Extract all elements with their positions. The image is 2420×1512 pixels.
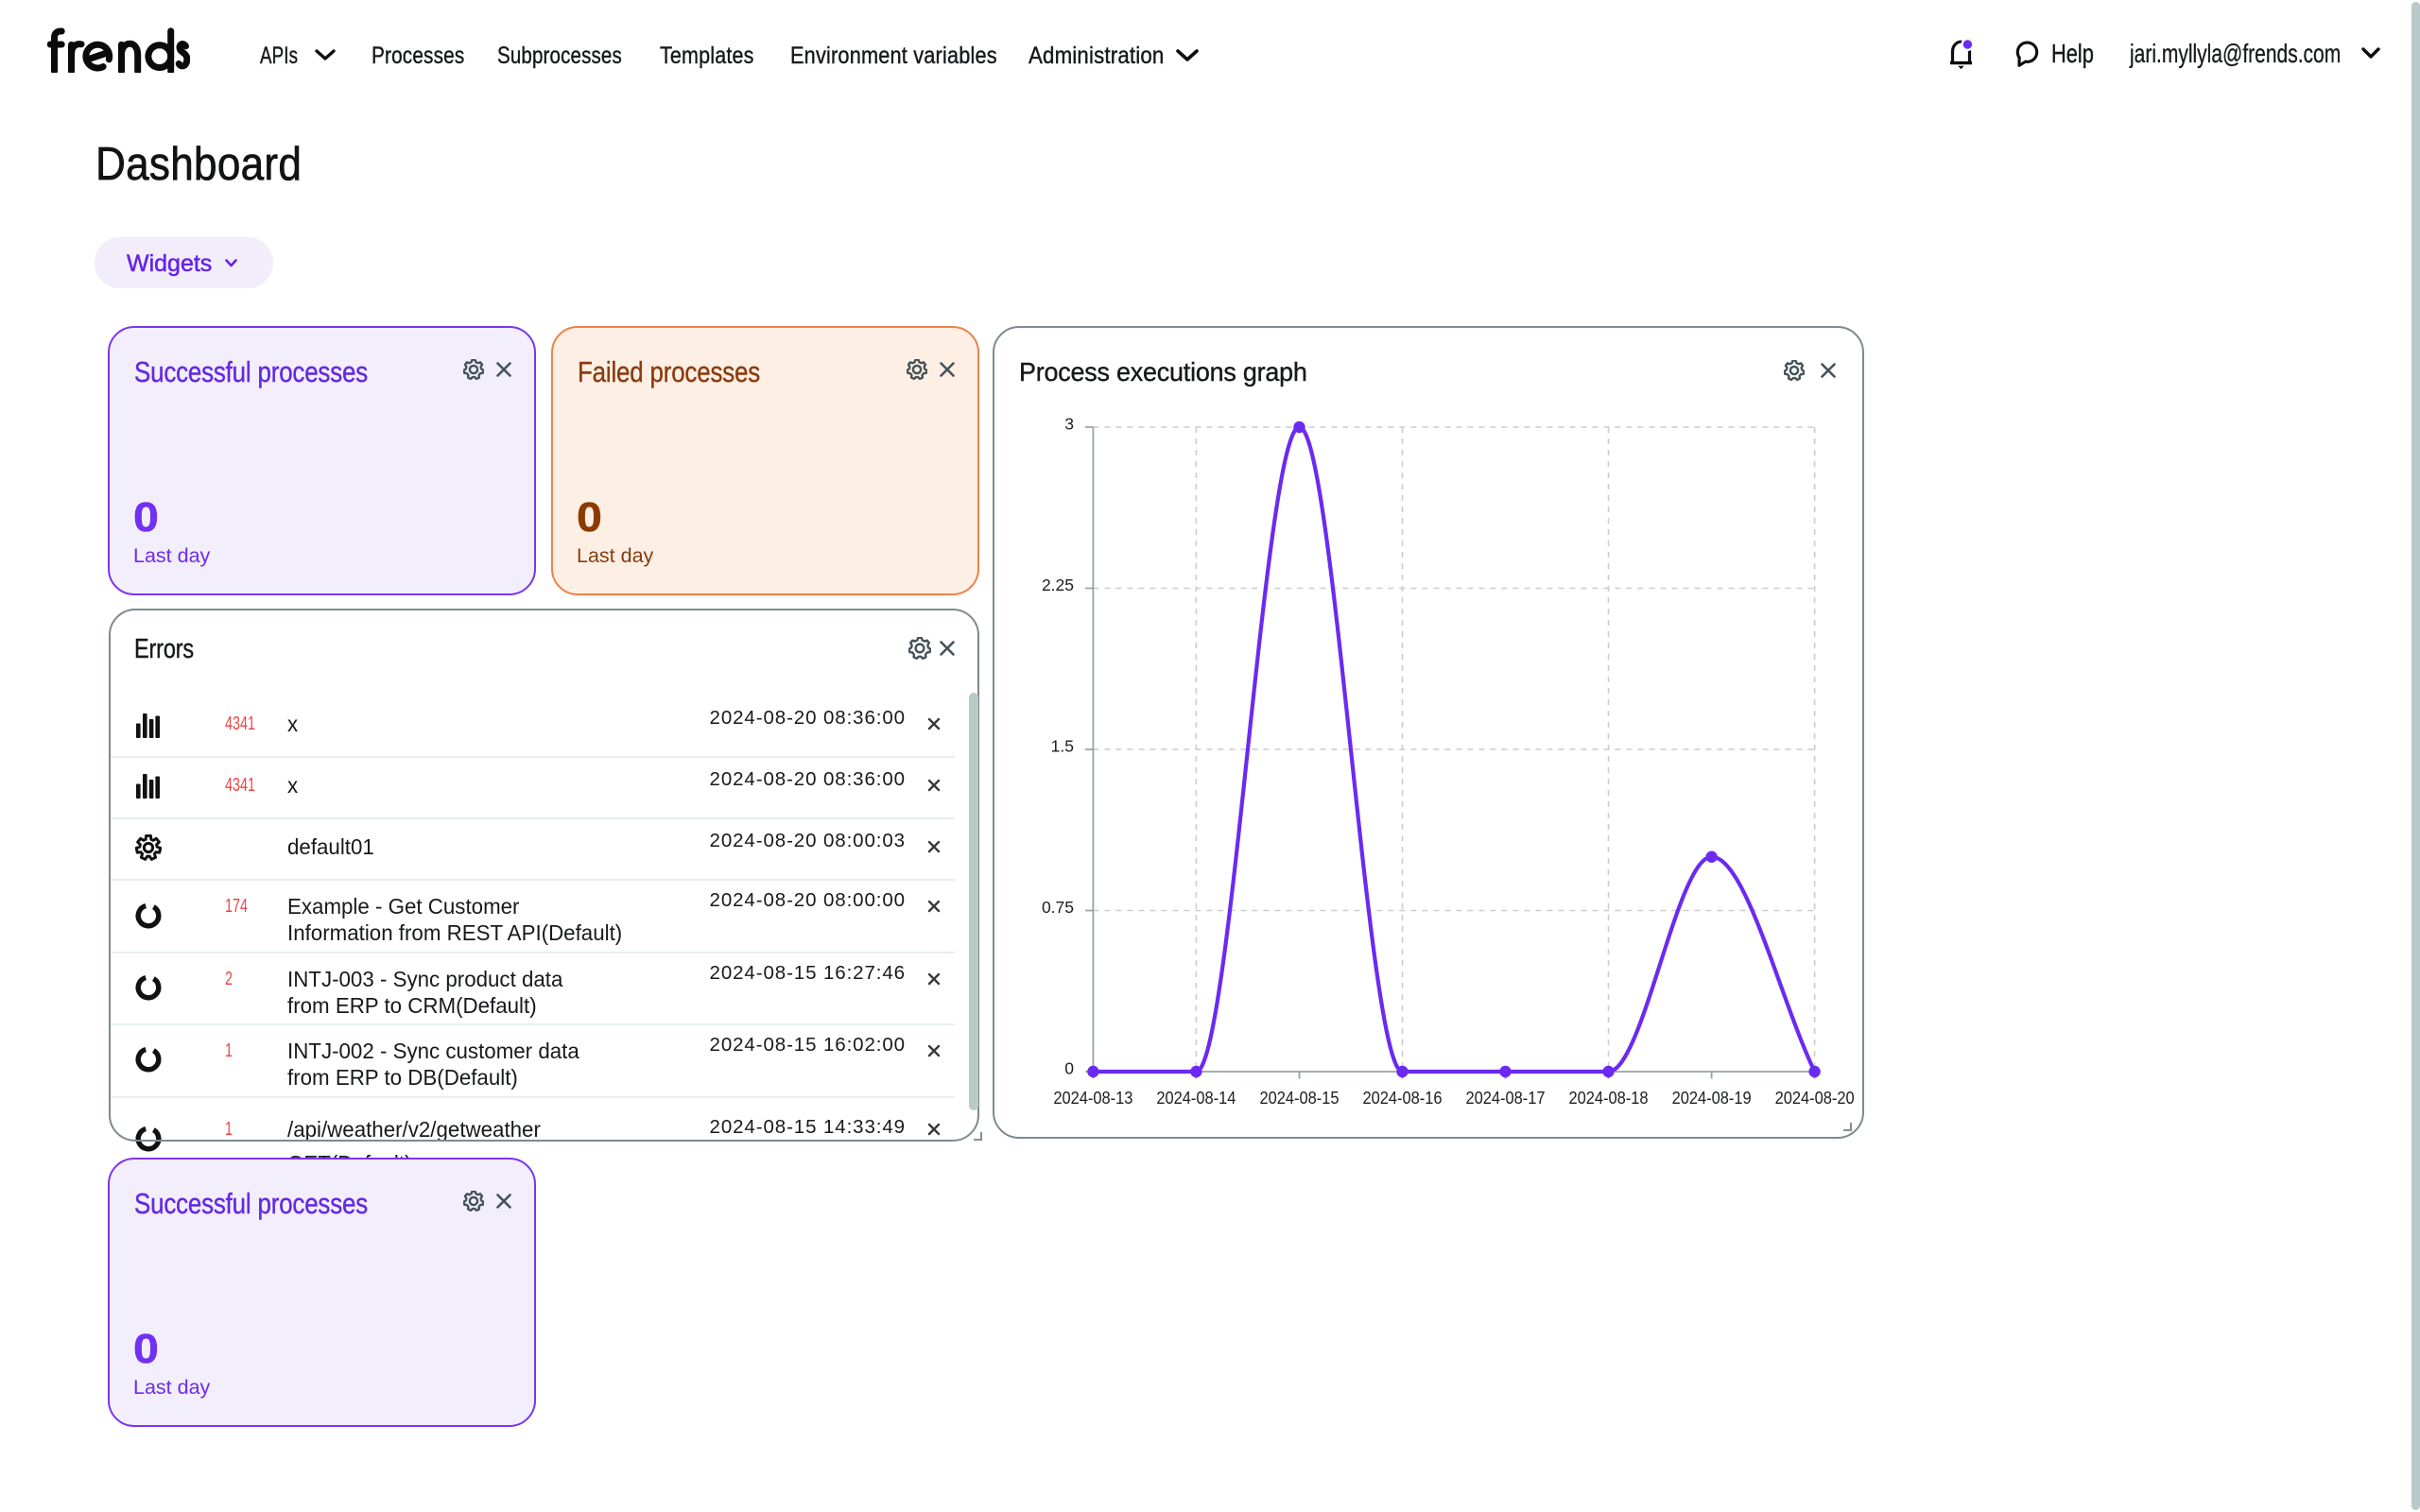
svg-text:2024-08-16: 2024-08-16 [1363,1088,1443,1108]
svg-text:2024-08-20: 2024-08-20 [1775,1088,1855,1108]
svg-text:3: 3 [1064,415,1074,434]
svg-text:2024-08-14: 2024-08-14 [1156,1088,1236,1108]
svg-text:2024-08-19: 2024-08-19 [1672,1088,1752,1108]
svg-text:0: 0 [1064,1059,1074,1078]
svg-text:2024-08-15: 2024-08-15 [1260,1088,1340,1108]
svg-text:1.5: 1.5 [1051,737,1074,756]
svg-text:2024-08-13: 2024-08-13 [1053,1088,1132,1108]
svg-text:2024-08-18: 2024-08-18 [1569,1088,1649,1108]
svg-text:2.25: 2.25 [1042,576,1074,594]
svg-text:2024-08-17: 2024-08-17 [1466,1088,1546,1108]
svg-text:0.75: 0.75 [1042,898,1074,917]
